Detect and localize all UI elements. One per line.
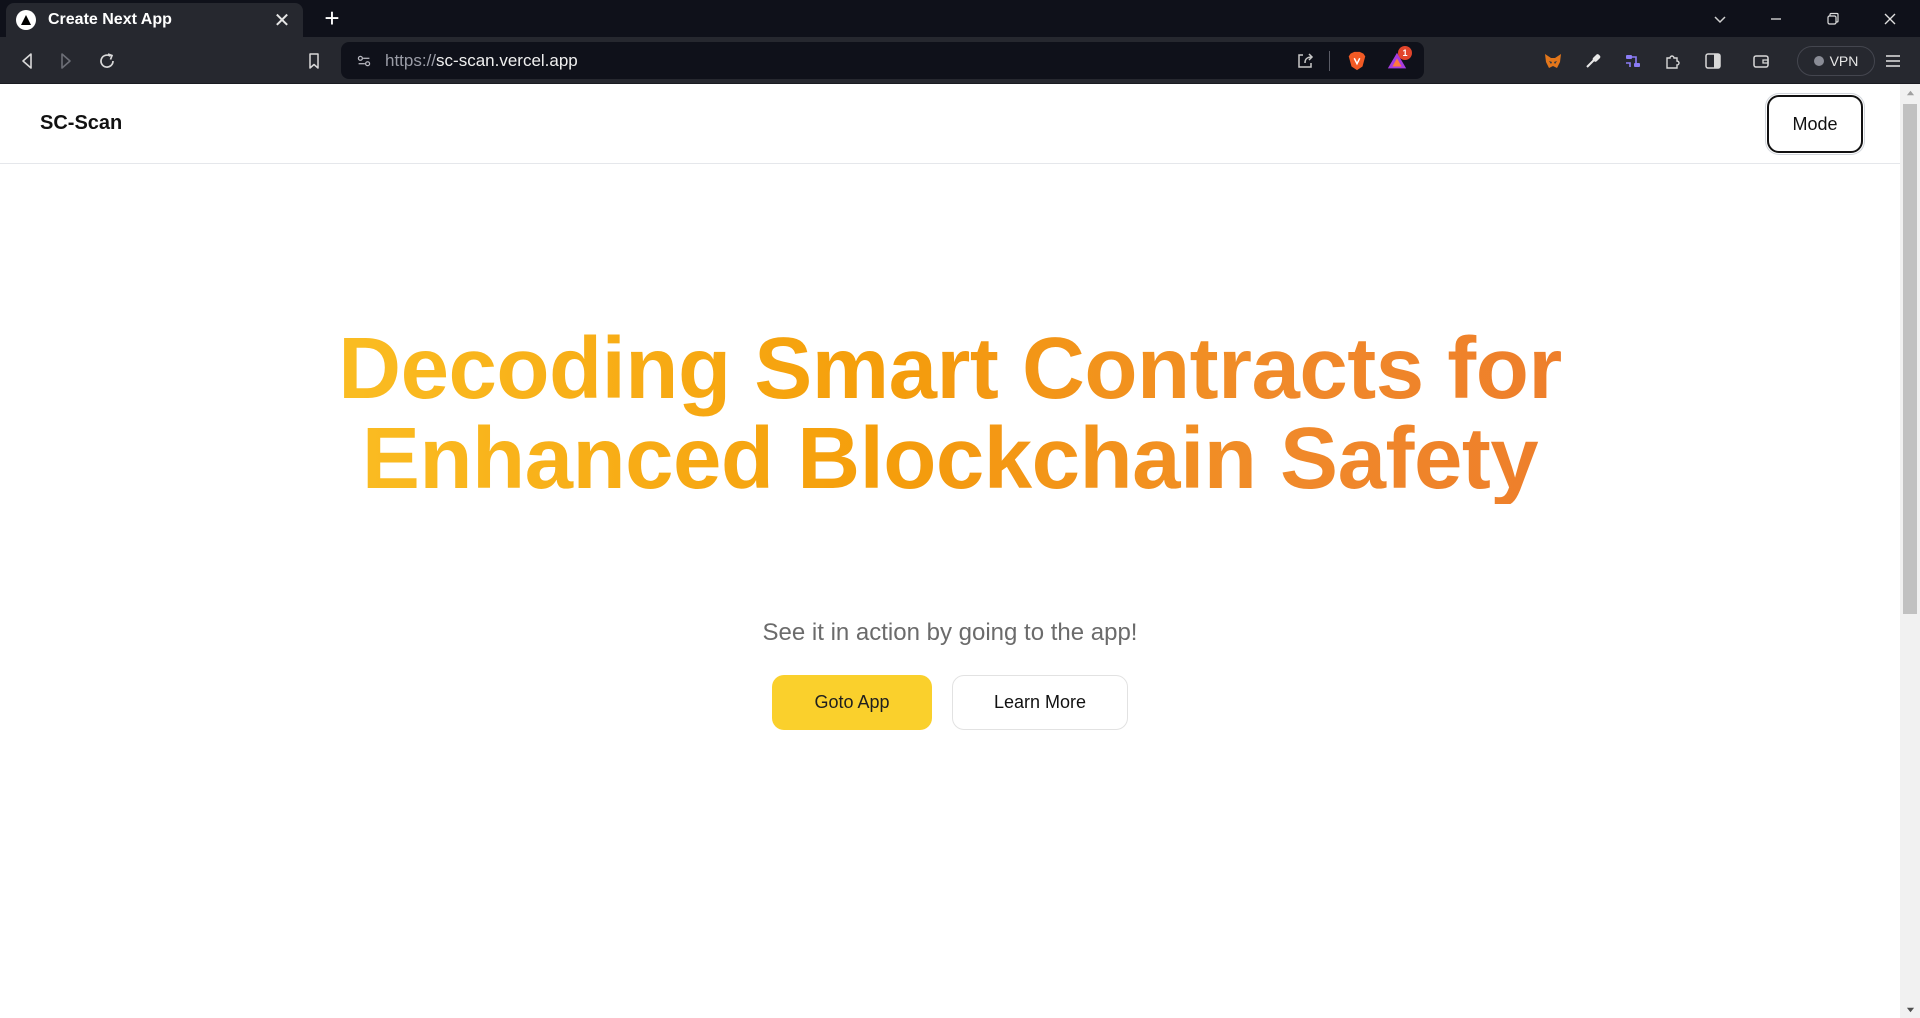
close-window-icon[interactable] (1862, 0, 1918, 37)
vercel-favicon-icon (16, 10, 36, 30)
hero-title: Decoding Smart Contracts for Enhanced Bl… (300, 324, 1600, 504)
address-bar-actions: 1 (1295, 45, 1412, 75)
url-scheme: https:// (385, 50, 437, 70)
eyedropper-extension-icon[interactable] (1579, 47, 1607, 75)
tab-close-icon[interactable]: ✕ (271, 8, 293, 33)
address-bar[interactable]: https://sc-scan.vercel.app 1 (341, 42, 1424, 79)
site-settings-icon[interactable] (355, 51, 375, 71)
brave-wallet-icon[interactable] (1747, 47, 1775, 75)
site-header: SC-Scan Mode (0, 84, 1900, 164)
vpn-label: VPN (1829, 53, 1859, 69)
page-viewport: SC-Scan Mode Decoding Smart Contracts fo… (0, 84, 1920, 1018)
url-host: sc-scan.vercel.app (436, 50, 578, 70)
mode-toggle-button[interactable]: Mode (1767, 95, 1863, 153)
address-bar-divider (1329, 50, 1330, 71)
scroll-down-arrow-icon[interactable] (1900, 1000, 1920, 1018)
goto-app-button[interactable]: Goto App (772, 675, 932, 730)
extensions-puzzle-icon[interactable] (1659, 47, 1687, 75)
restore-icon[interactable] (1805, 0, 1861, 37)
learn-more-button[interactable]: Learn More (952, 675, 1128, 730)
brave-rewards-icon[interactable]: 1 (1384, 45, 1412, 74)
wallet-connect-extension-icon[interactable] (1619, 47, 1647, 75)
browser-tab-strip: Create Next App ✕ + (0, 0, 1920, 37)
browser-tab[interactable]: Create Next App ✕ (6, 3, 303, 37)
hero-subtitle: See it in action by going to the app! (762, 619, 1138, 646)
bookmark-icon[interactable] (300, 47, 328, 75)
tab-search-chevron-icon[interactable] (1692, 0, 1748, 37)
hero-actions: Goto App Learn More (0, 675, 1900, 730)
reload-icon[interactable] (93, 47, 121, 75)
metamask-fox-icon[interactable] (1539, 47, 1567, 75)
share-icon[interactable] (1295, 51, 1315, 71)
rewards-badge: 1 (1398, 45, 1412, 60)
page-scrollbar[interactable] (1900, 84, 1920, 1018)
minimize-icon[interactable] (1748, 0, 1804, 37)
scroll-up-arrow-icon[interactable] (1900, 84, 1920, 102)
forward-icon[interactable] (52, 47, 80, 75)
new-tab-button[interactable]: + (318, 4, 346, 32)
sidebar-toggle-icon[interactable] (1699, 47, 1727, 75)
menu-hamburger-icon[interactable] (1879, 47, 1907, 75)
browser-toolbar: https://sc-scan.vercel.app 1 VPN (0, 37, 1920, 84)
scrollbar-thumb[interactable] (1903, 104, 1917, 614)
vpn-button[interactable]: VPN (1797, 46, 1875, 76)
tab-title: Create Next App (48, 11, 172, 28)
site-logo[interactable]: SC-Scan (40, 112, 122, 135)
brave-shields-icon[interactable] (1344, 48, 1370, 74)
vpn-status-dot (1813, 56, 1824, 66)
back-icon[interactable] (13, 47, 41, 75)
